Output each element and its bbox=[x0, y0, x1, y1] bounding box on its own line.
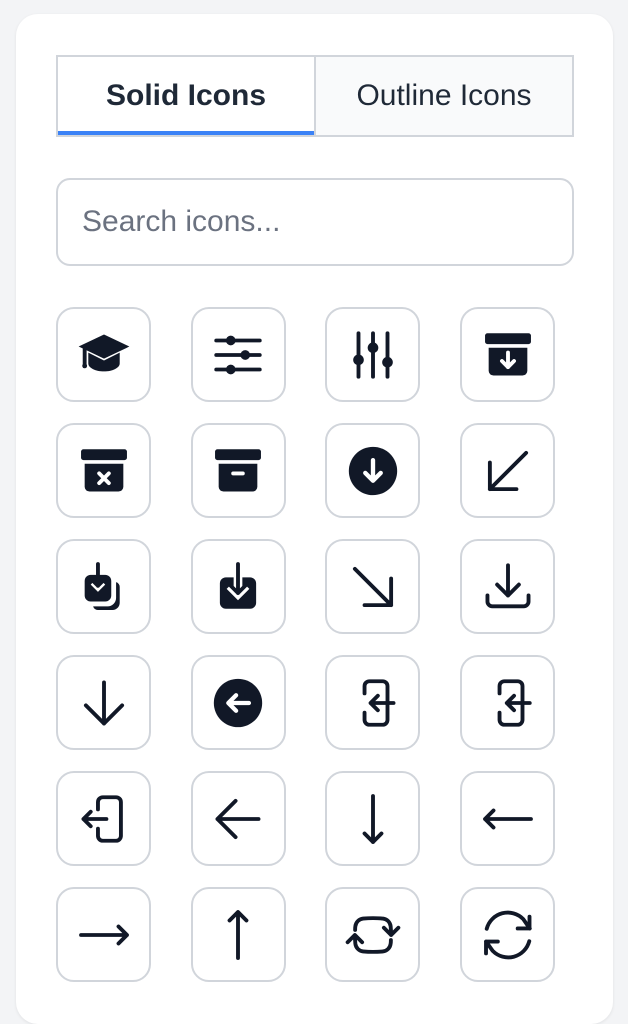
academic-cap-icon bbox=[75, 326, 133, 384]
archive-box-icon bbox=[209, 442, 267, 500]
arrow-long-right-icon bbox=[75, 906, 133, 964]
arrow-long-down-icon bbox=[344, 790, 402, 848]
icon-tile[interactable] bbox=[460, 423, 556, 518]
icon-tile[interactable] bbox=[325, 423, 421, 518]
icon-tile[interactable] bbox=[190, 655, 286, 750]
icon-tile[interactable] bbox=[325, 539, 421, 634]
arrow-down-icon bbox=[75, 674, 133, 732]
icon-tile[interactable] bbox=[56, 423, 151, 518]
icon-tile[interactable] bbox=[190, 887, 286, 982]
icon-tile[interactable] bbox=[325, 771, 421, 866]
icon-tile[interactable] bbox=[190, 307, 286, 402]
tab-outline-icons[interactable]: Outline Icons bbox=[314, 57, 572, 135]
archive-box-x-mark-icon bbox=[75, 442, 133, 500]
icon-tile[interactable] bbox=[325, 655, 421, 750]
icon-tile[interactable] bbox=[460, 887, 556, 982]
arrow-long-left-icon bbox=[479, 790, 537, 848]
icon-tile[interactable] bbox=[460, 307, 556, 402]
icon-tile[interactable] bbox=[325, 307, 421, 402]
adjustments-vertical-icon bbox=[344, 326, 402, 384]
arrow-down-circle-icon bbox=[344, 442, 402, 500]
icon-tile[interactable] bbox=[56, 539, 151, 634]
icon-tile[interactable] bbox=[460, 539, 556, 634]
icon-picker-panel: Solid Icons Outline Icons bbox=[16, 14, 613, 1024]
arrow-path-rounded-square-icon bbox=[344, 906, 402, 964]
arrow-left-end-on-rectangle-icon bbox=[344, 674, 402, 732]
icon-tile[interactable] bbox=[56, 771, 151, 866]
icon-style-tabs: Solid Icons Outline Icons bbox=[56, 55, 574, 137]
icon-tile[interactable] bbox=[56, 307, 151, 402]
icon-tile[interactable] bbox=[190, 423, 286, 518]
tab-solid-icons[interactable]: Solid Icons bbox=[58, 57, 314, 135]
arrow-down-left-icon bbox=[479, 442, 537, 500]
search-input[interactable] bbox=[56, 178, 574, 266]
icon-tile[interactable] bbox=[460, 771, 556, 866]
arrow-long-up-icon bbox=[209, 906, 267, 964]
arrow-down-tray-icon bbox=[479, 558, 537, 616]
archive-box-arrow-down-icon bbox=[479, 326, 537, 384]
icon-tile[interactable] bbox=[56, 655, 151, 750]
arrow-down-right-icon bbox=[344, 558, 402, 616]
icon-grid bbox=[56, 307, 556, 982]
arrow-down-on-square-stack-icon bbox=[75, 558, 133, 616]
icon-tile[interactable] bbox=[190, 539, 286, 634]
arrow-left-circle-icon bbox=[209, 674, 267, 732]
adjustments-horizontal-icon bbox=[209, 326, 267, 384]
icon-tile[interactable] bbox=[325, 887, 421, 982]
icon-tile[interactable] bbox=[56, 887, 151, 982]
arrow-left-on-rectangle-icon bbox=[479, 674, 537, 732]
arrow-left-icon bbox=[209, 790, 267, 848]
arrow-left-start-on-rectangle-icon bbox=[75, 790, 133, 848]
arrow-path-icon bbox=[479, 906, 537, 964]
icon-tile[interactable] bbox=[460, 655, 556, 750]
arrow-down-on-square-icon bbox=[209, 558, 267, 616]
icon-tile[interactable] bbox=[190, 771, 286, 866]
